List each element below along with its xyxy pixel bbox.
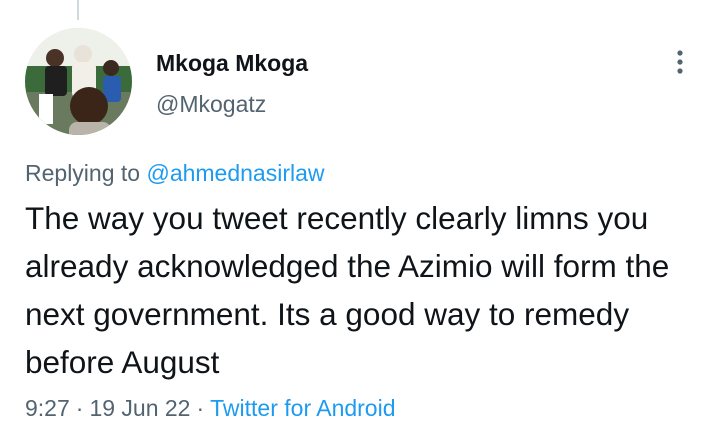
more-vertical-icon[interactable] [668,46,692,78]
author-handle[interactable]: @Mkogatz [156,91,266,118]
tweet-source-link[interactable]: Twitter for Android [210,395,395,421]
replying-to: Replying to @ahmednasirlaw [25,160,325,187]
meta-separator: · [75,395,84,421]
author-avatar[interactable] [25,28,132,135]
author-display-name[interactable]: Mkoga Mkoga [156,50,308,77]
avatar-photo-icon [25,28,132,135]
replying-to-handle-link[interactable]: @ahmednasirlaw [146,160,324,186]
tweet-body-text: The way you tweet recently clearly limns… [25,200,670,380]
tweet-time[interactable]: 9:27 [25,395,70,421]
meta-separator: · [196,395,205,421]
tweet-date[interactable]: 19 Jun 22 [89,395,190,421]
replying-to-prefix: Replying to [25,160,141,186]
tweet-metadata: 9:27 · 19 Jun 22 · Twitter for Android [25,395,396,422]
thread-connector-line [77,0,79,20]
